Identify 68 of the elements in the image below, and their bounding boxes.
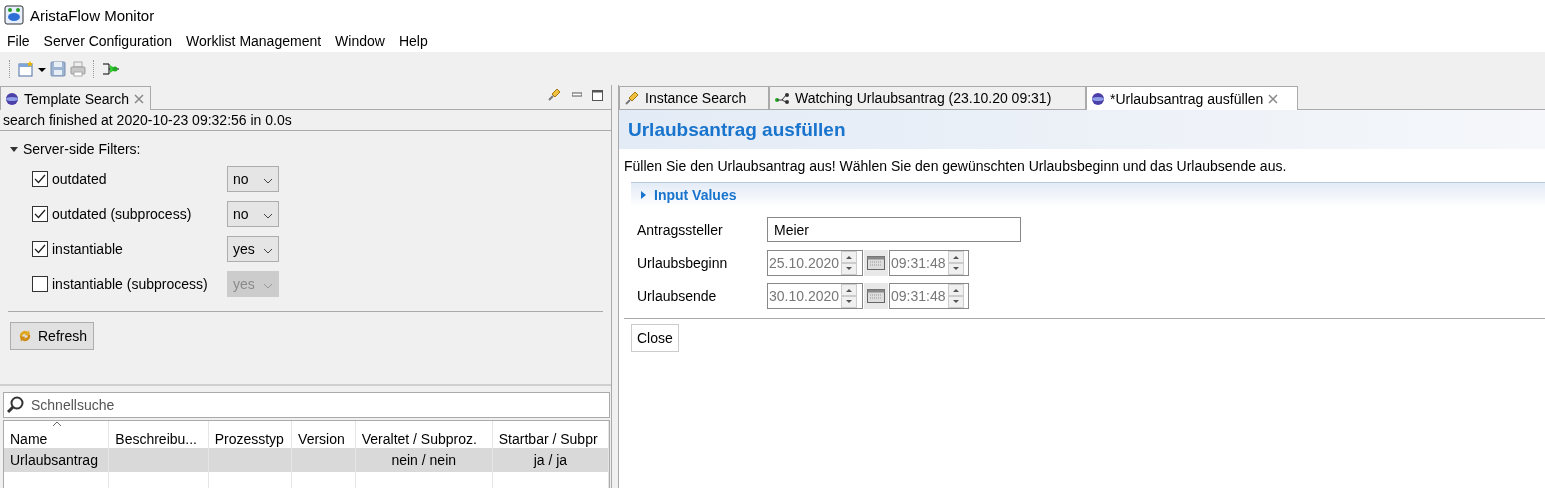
spinner-arrows-icon[interactable] [947, 250, 964, 275]
table-row[interactable]: Urlaubsantrag nein / nein ja / ja [4, 448, 609, 472]
view-tab[interactable]: Watching Urlaubsantrag (23.10.20 09:31) [769, 86, 1086, 109]
checkbox-label: outdated [52, 170, 108, 187]
dropdown[interactable]: no [227, 200, 279, 227]
spinner-arrows-icon[interactable] [841, 283, 858, 308]
view-tab[interactable]: *Urlaubsantrag ausfüllen [1086, 86, 1298, 110]
menu-item[interactable]: Server Configuration [43, 33, 179, 49]
sphere-icon [1091, 91, 1105, 106]
refresh-button[interactable]: Refresh [10, 322, 95, 350]
view-tab[interactable]: Template Search [0, 86, 152, 110]
chevron-down-icon [263, 177, 273, 184]
calendar-icon [867, 288, 885, 303]
table-cell: ja / ja [492, 448, 609, 472]
process-graph-icon [774, 92, 790, 104]
description-text: Füllen Sie den Urlaubsantrag aus! Wählen Sie den gewünschten Urlaubsbeginn und das Urlaubsende aus. [623, 157, 1288, 176]
flashlight-icon [624, 90, 640, 106]
collapse-icon[interactable] [10, 145, 18, 153]
field-label: Antragssteller [637, 221, 724, 238]
chevron-down-icon [263, 212, 273, 219]
checkbox-label: outdated (subprocess) [52, 205, 193, 222]
text-field[interactable]: Meier [767, 217, 1021, 242]
close-icon[interactable] [1268, 93, 1279, 104]
section-header[interactable]: Input Values [631, 182, 1545, 207]
view-tab[interactable]: Instance Search [619, 86, 769, 109]
checkbox[interactable] [32, 240, 48, 257]
date-field[interactable]: 25.10.2020 [767, 249, 863, 276]
process-start-icon[interactable] [102, 60, 120, 77]
dropdown[interactable]: no [227, 165, 279, 192]
chevron-down-icon [263, 247, 273, 254]
close-icon[interactable] [134, 93, 145, 104]
spinner-arrows-icon[interactable] [841, 250, 858, 275]
window-title: AristaFlow Monitor [30, 6, 155, 24]
search-icon [7, 396, 25, 414]
search-field[interactable]: Schnellsuche [3, 392, 610, 418]
time-field[interactable]: 09:31:48 [889, 249, 969, 276]
minimize-icon[interactable] [572, 90, 582, 100]
spinner-arrows-icon[interactable] [947, 283, 964, 308]
pin-icon[interactable] [546, 87, 562, 103]
sphere-icon [5, 91, 19, 106]
dropdown[interactable]: yes [227, 235, 279, 262]
close-button[interactable]: Close [631, 324, 679, 352]
checkbox[interactable] [32, 170, 48, 187]
menu-item[interactable]: File [7, 33, 37, 49]
field-label: Urlaubsbeginn [637, 254, 729, 271]
date-field[interactable]: 30.10.2020 [767, 282, 863, 309]
checkbox-label: instantiable [52, 240, 124, 257]
menu-item[interactable]: Help [398, 33, 435, 49]
calendar-icon [867, 255, 885, 270]
checkbox[interactable] [32, 205, 48, 222]
app-logo-icon [4, 5, 24, 25]
time-field[interactable]: 09:31:48 [889, 282, 969, 309]
section-title: Server-side Filters: [23, 141, 141, 157]
field-label: Urlaubsende [637, 287, 718, 304]
checkbox-label: instantiable (subprocess) [52, 275, 209, 292]
refresh-icon [17, 328, 33, 344]
status-text: search finished at 2020-10-23 09:32:56 in 0.0s [0, 110, 611, 131]
menu-item[interactable]: Window [335, 33, 392, 49]
maximize-icon[interactable] [592, 89, 603, 101]
new-document-icon[interactable] [18, 60, 46, 77]
calendar-button[interactable] [864, 249, 888, 276]
calendar-button[interactable] [864, 282, 888, 309]
sort-ascending-icon [52, 421, 62, 427]
table-cell: Urlaubsantrag [4, 448, 110, 472]
table-cell: nein / nein [355, 448, 493, 472]
form-title: Urlaubsantrag ausfüllen [628, 118, 846, 141]
menu-item[interactable]: Worklist Management [185, 33, 329, 49]
chevron-down-icon [263, 282, 273, 289]
